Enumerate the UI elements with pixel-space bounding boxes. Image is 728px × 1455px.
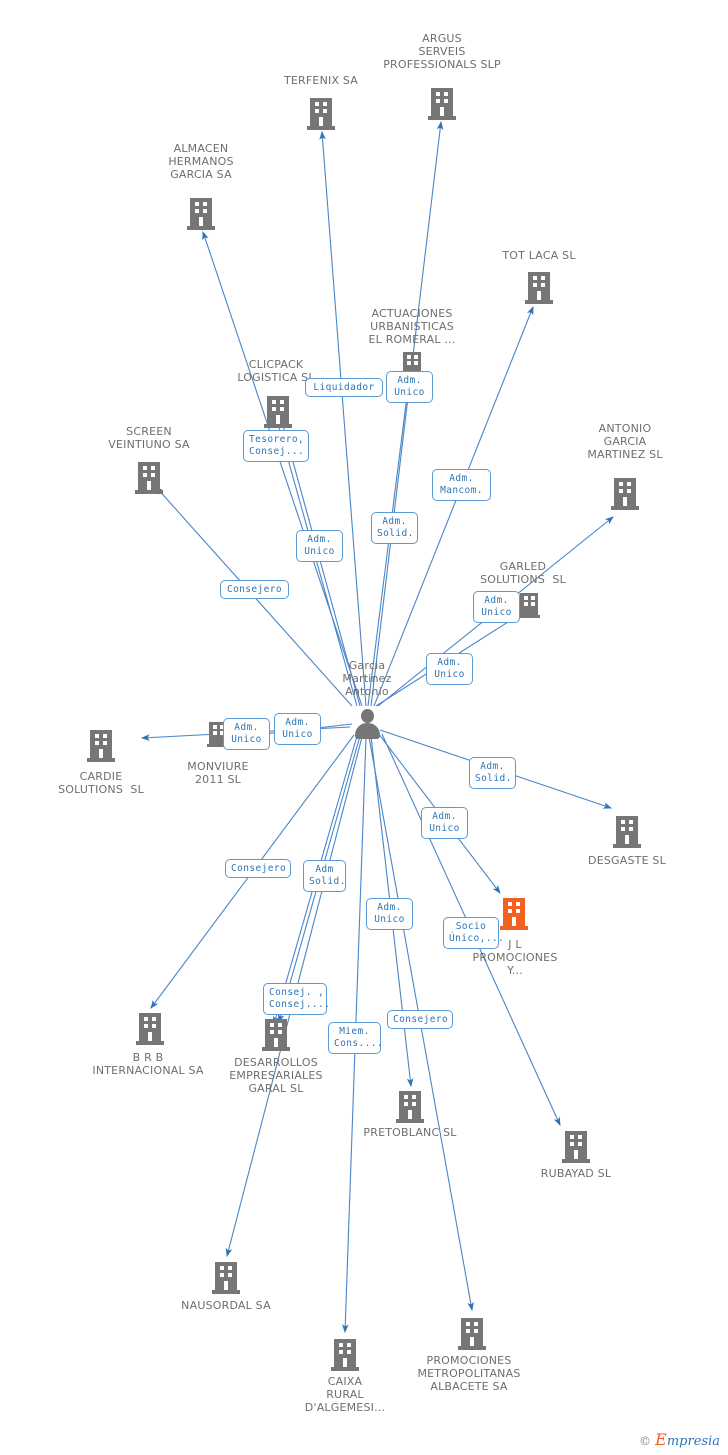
relation-liquidador[interactable]: Liquidador bbox=[305, 378, 383, 397]
node-label-nausordal: NAUSORDAL SA bbox=[181, 1299, 271, 1312]
building-icon bbox=[613, 816, 641, 848]
building-icon bbox=[212, 1262, 240, 1294]
relation-adm-solid-desgaste[interactable]: Adm. Solid. bbox=[469, 757, 516, 789]
relation-adm-unico-nausordal[interactable]: Adm. Unico bbox=[366, 898, 413, 930]
relationship-graph: TERFENIX SA ARGUS SERVEIS PROFESSIONALS … bbox=[0, 0, 728, 1455]
relation-adm-solid-argus[interactable]: Adm. Solid. bbox=[371, 512, 418, 544]
building-icon bbox=[264, 396, 292, 428]
node-label-argus: ARGUS SERVEIS PROFESSIONALS SLP bbox=[383, 32, 501, 71]
node-label-garled: GARLED SOLUTIONS SL bbox=[480, 560, 566, 586]
node-argus[interactable] bbox=[428, 88, 456, 120]
relation-consejero-pretoblanc[interactable]: Consejero bbox=[387, 1010, 453, 1029]
empresia-watermark: © Empresia bbox=[639, 1430, 720, 1449]
building-icon bbox=[458, 1318, 486, 1350]
node-almacen[interactable] bbox=[187, 198, 215, 230]
building-icon bbox=[307, 98, 335, 130]
relation-adm-unico-almacen[interactable]: Adm. Unico bbox=[296, 530, 343, 562]
building-icon bbox=[396, 1091, 424, 1123]
building-icon bbox=[136, 1013, 164, 1045]
node-label-almacen: ALMACEN HERMANOS GARCIA SA bbox=[168, 142, 234, 181]
relation-adm-unico-monviure[interactable]: Adm. Unico bbox=[274, 713, 321, 745]
node-brb[interactable] bbox=[136, 1013, 164, 1045]
node-pretoblanc[interactable] bbox=[396, 1091, 424, 1123]
building-icon bbox=[428, 88, 456, 120]
node-center-person[interactable] bbox=[352, 708, 382, 740]
node-caixa-rural[interactable] bbox=[331, 1339, 359, 1371]
node-label-antonio-garcia-martinez: ANTONIO GARCIA MARTINEZ SL bbox=[587, 422, 663, 461]
node-label-brb: B R B INTERNACIONAL SA bbox=[92, 1051, 204, 1077]
copyright-symbol: © bbox=[639, 1434, 652, 1448]
node-nausordal[interactable] bbox=[212, 1262, 240, 1294]
relation-consejeros-desarrollos[interactable]: Consej. , Consej.... bbox=[263, 983, 330, 1015]
building-icon bbox=[611, 478, 639, 510]
building-icon bbox=[525, 272, 553, 304]
building-icon bbox=[135, 462, 163, 494]
node-rubayad[interactable] bbox=[562, 1131, 590, 1163]
node-label-screen: SCREEN VEINTIUNO SA bbox=[108, 425, 190, 451]
relation-adm-unico-cardie[interactable]: Adm. Unico bbox=[223, 718, 270, 750]
node-label-caixa-rural: CAIXA RURAL D'ALGEMESI... bbox=[304, 1375, 386, 1414]
node-garled[interactable] bbox=[518, 593, 540, 618]
brand-name: mpresia bbox=[666, 1434, 720, 1449]
building-icon bbox=[187, 198, 215, 230]
node-desgaste[interactable] bbox=[613, 816, 641, 848]
node-label-monviure: MONVIURE 2011 SL bbox=[187, 760, 249, 786]
relation-tesorero-consejero[interactable]: Tesorero, Consej... bbox=[243, 430, 309, 462]
node-antonio-garcia-martinez[interactable] bbox=[611, 478, 639, 510]
building-icon bbox=[562, 1131, 590, 1163]
relation-adm-mancom[interactable]: Adm. Mancom. bbox=[432, 469, 491, 501]
brand-initial: E bbox=[655, 1430, 667, 1449]
relation-adm-unico-actuaciones[interactable]: Adm. Unico bbox=[386, 371, 433, 403]
node-desarrollos[interactable] bbox=[262, 1019, 290, 1051]
node-promociones-metropolitanas[interactable] bbox=[458, 1318, 486, 1350]
building-icon-highlighted bbox=[500, 898, 528, 930]
building-icon bbox=[262, 1019, 290, 1051]
node-label-promociones-metropolitanas: PROMOCIONES METROPOLITANAS ALBACETE SA bbox=[417, 1354, 521, 1393]
building-icon bbox=[518, 593, 540, 618]
relation-adm-unico-garled[interactable]: Adm. Unico bbox=[473, 591, 520, 623]
relation-consejero-screen[interactable]: Consejero bbox=[220, 580, 289, 599]
relation-adm-unico-antonio-garcia[interactable]: Adm. Unico bbox=[426, 653, 473, 685]
building-icon bbox=[87, 730, 115, 762]
building-icon bbox=[331, 1339, 359, 1371]
relation-miembro-consejo-caixa[interactable]: Miem. Cons.... bbox=[328, 1022, 383, 1054]
node-label-rubayad: RUBAYAD SL bbox=[540, 1167, 612, 1180]
relation-adm-solid-desarrollos[interactable]: Adm Solid. bbox=[303, 860, 346, 892]
relation-socio-unico-jl[interactable]: Socio Único,... bbox=[443, 917, 504, 949]
node-label-tot-laca: TOT LACA SL bbox=[502, 249, 576, 262]
relation-adm-unico-jl[interactable]: Adm. Unico bbox=[421, 807, 468, 839]
relation-consejero-brb[interactable]: Consejero bbox=[225, 859, 291, 878]
node-cardie[interactable] bbox=[87, 730, 115, 762]
node-terfenix[interactable] bbox=[307, 98, 335, 130]
node-label-desarrollos: DESARROLLOS EMPRESARIALES GARAL SL bbox=[229, 1056, 323, 1095]
node-label-terfenix: TERFENIX SA bbox=[283, 74, 358, 87]
person-icon bbox=[352, 708, 382, 740]
node-screen[interactable] bbox=[135, 462, 163, 494]
node-label-actuaciones: ACTUACIONES URBANISTICAS EL ROMERAL ... bbox=[368, 307, 456, 346]
node-jl-promociones[interactable] bbox=[500, 898, 528, 930]
node-label-pretoblanc: PRETOBLANC SL bbox=[363, 1126, 457, 1139]
node-label-desgaste: DESGASTE SL bbox=[588, 854, 666, 867]
node-label-center-person: Garcia Martinez Antonio bbox=[342, 659, 392, 698]
node-tot-laca[interactable] bbox=[525, 272, 553, 304]
node-label-cardie: CARDIE SOLUTIONS SL bbox=[58, 770, 144, 796]
node-clicpack[interactable] bbox=[264, 396, 292, 428]
